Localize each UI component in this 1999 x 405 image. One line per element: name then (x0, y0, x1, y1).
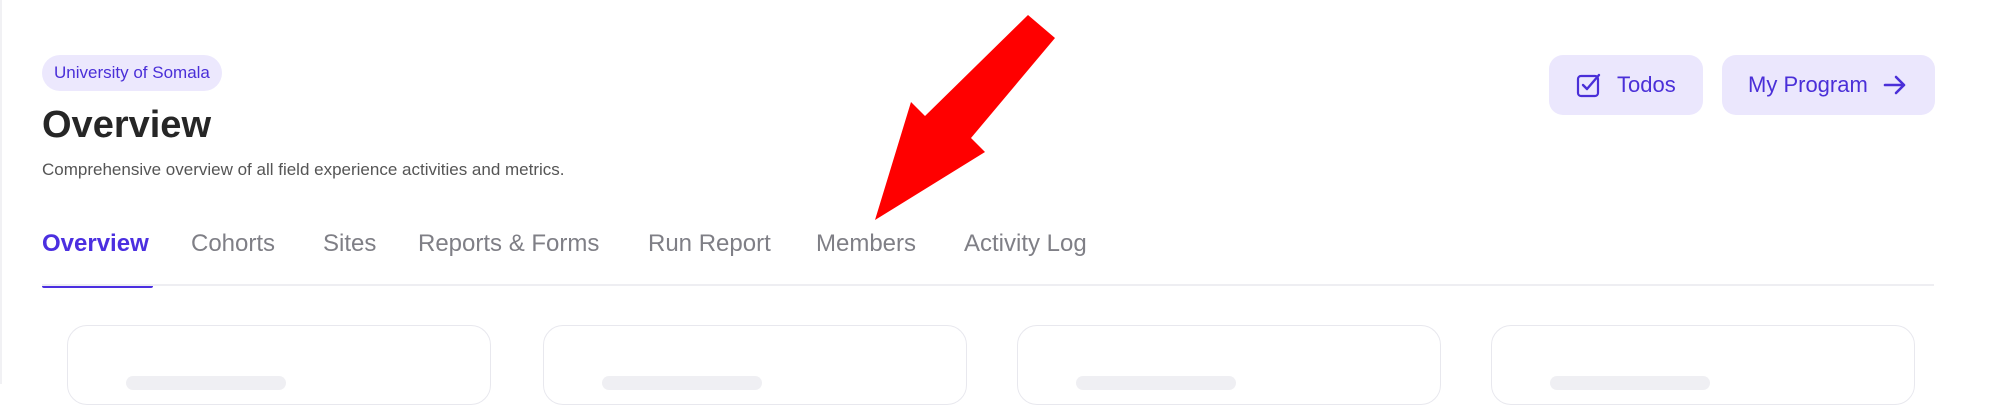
todos-button-label: Todos (1617, 72, 1676, 97)
tab-divider (42, 284, 1934, 286)
arrow-right-icon (1882, 72, 1908, 98)
metric-card (1491, 325, 1915, 405)
metric-card-label (1076, 376, 1236, 390)
page-subtitle: Comprehensive overview of all field expe… (42, 160, 565, 179)
org-badge: University of Somala (42, 55, 222, 91)
metric-card-label (126, 376, 286, 390)
metric-card-label (602, 376, 762, 390)
tab-run-report[interactable]: Run Report (648, 222, 771, 266)
tab-activity-log[interactable]: Activity Log (964, 222, 1087, 266)
tab-cohorts[interactable]: Cohorts (191, 222, 275, 266)
todos-button[interactable]: Todos (1549, 55, 1703, 115)
metric-card (1017, 325, 1441, 405)
annotation-arrow-icon (875, 15, 1055, 220)
tab-bar: Overview Cohorts Sites Reports & Forms R… (42, 222, 1934, 288)
tab-reports-forms[interactable]: Reports & Forms (418, 222, 599, 266)
my-program-button[interactable]: My Program (1722, 55, 1935, 115)
page-edge (0, 0, 2, 384)
metric-card-label (1550, 376, 1710, 390)
metric-card (543, 325, 967, 405)
metric-card (67, 325, 491, 405)
tab-members[interactable]: Members (816, 222, 916, 266)
tab-overview[interactable]: Overview (42, 222, 149, 266)
my-program-button-label: My Program (1748, 72, 1868, 97)
tab-sites[interactable]: Sites (323, 222, 376, 266)
checkbox-icon (1575, 71, 1603, 99)
page-title: Overview (42, 104, 211, 146)
